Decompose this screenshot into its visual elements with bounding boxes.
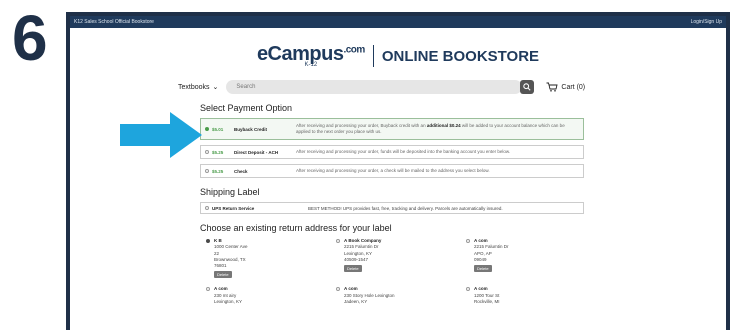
payment-amount: $5.25 [212,149,224,155]
payment-name: Buyback Credit [234,126,268,132]
address-line: 2215 Falumtin Dr [474,244,509,250]
radio[interactable] [466,239,470,243]
address-line: 1000 Center Ave [214,244,248,250]
top-bar: K12 Sales School Official Bookstore Logi… [70,16,726,28]
search-row: Textbooks ⌄ Search Cart (0) [178,80,726,94]
step-number: 6 [12,2,48,74]
radio[interactable] [466,287,470,292]
radio-selected[interactable] [206,239,210,243]
delete-button[interactable]: Delete [344,265,362,273]
address-line: 2215 Falumtin Dr [344,244,379,250]
radio[interactable] [206,287,210,292]
shipping-title: Shipping Label [200,187,260,197]
radio[interactable] [336,239,340,243]
address-line: Rockville, MI [474,299,500,305]
address-card[interactable]: A Book Company 2215 Falumtin Dr Lexingto… [336,238,466,278]
address-card[interactable]: A com 230 mt airy Lexington, KY [206,286,336,305]
login-link[interactable]: Login/Sign Up [691,19,722,25]
shipping-desc: BEST METHOD! UPS provides fast, free, tr… [308,205,503,211]
online-bookstore-label: ONLINE BOOKSTORE [381,47,540,65]
radio[interactable] [205,206,209,210]
payment-desc: After receiving and processing your orde… [296,148,511,154]
radio[interactable] [205,150,209,154]
shipping-option-ups[interactable]: UPS Return Service BEST METHOD! UPS prov… [200,202,584,214]
payment-option-check[interactable]: $5.25 Check After receiving and processi… [200,164,584,178]
radio[interactable] [336,287,340,292]
payment-amount: $5.25 [212,168,224,174]
radio-selected[interactable] [205,127,209,131]
delete-button[interactable]: Delete [214,271,232,279]
radio[interactable] [205,169,209,173]
payment-option-buyback[interactable]: $5.01 Buyback Credit After receiving and… [200,118,584,140]
chevron-down-icon: ⌄ [212,84,219,91]
address-card[interactable]: A com 1200 Tour St Rockville, MI [466,286,596,305]
delete-button[interactable]: Delete [474,265,492,273]
payment-amount: $5.01 [212,126,224,132]
address-line: Jadeen, KY [344,299,368,305]
cart-label: Cart (0) [561,83,586,91]
logo[interactable]: eCampus.com K-12 ONLINE BOOKSTORE [70,44,726,68]
cart-link[interactable]: Cart (0) [546,82,585,92]
payment-desc: After receiving and processing your orde… [296,122,565,134]
shipping-name: UPS Return Service [212,205,255,211]
search-button[interactable] [520,80,535,94]
browser-screenshot: K12 Sales School Official Bookstore Logi… [66,12,730,330]
address-grid: K B 1000 Center Ave 22 Brownwood, TX 768… [206,238,726,305]
category-label: Textbooks [178,83,210,91]
address-line: 09049 [474,256,487,262]
search-input[interactable]: Search [226,80,523,94]
payment-name: Direct Deposit - ACH [234,149,279,155]
address-card[interactable]: K B 1000 Center Ave 22 Brownwood, TX 768… [206,238,336,279]
address-card[interactable]: A com 2215 Falumtin Dr APO, AP 09049 Del… [466,238,596,278]
search-icon [523,83,531,91]
arrow-pointer-icon [120,112,202,158]
category-dropdown[interactable]: Textbooks ⌄ [178,83,219,92]
address-line: 40509-1547 [344,256,369,262]
logo-divider [372,45,374,67]
store-title: K12 Sales School Official Bookstore [74,19,154,25]
address-card[interactable]: A com 230 Story Hole Lexington Jadeen, K… [336,286,466,305]
payment-title: Select Payment Option [200,103,293,113]
payment-desc: After receiving and processing your orde… [296,167,490,173]
address-line: Lexington, KY [214,299,243,305]
payment-name: Check [234,168,248,174]
cart-icon [546,82,558,92]
ecampus-logo: eCampus.com [256,43,365,65]
address-line: 76801 [214,263,227,269]
payment-option-ach[interactable]: $5.25 Direct Deposit - ACH After receivi… [200,145,584,159]
address-title: Choose an existing return address for yo… [200,223,392,233]
